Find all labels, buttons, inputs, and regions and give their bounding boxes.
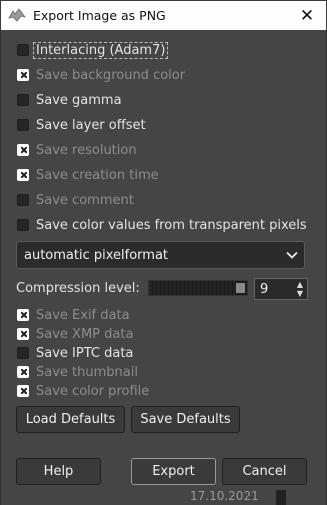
save-color-profile-label: Save color profile — [36, 383, 150, 399]
pixelformat-dropdown[interactable]: automatic pixelformat — [16, 241, 305, 269]
save-iptc-checkbox[interactable] — [17, 347, 29, 359]
window-title: Export Image as PNG — [33, 8, 166, 23]
option-save-gamma[interactable]: Save gamma — [17, 90, 122, 110]
save-iptc-label: Save IPTC data — [36, 345, 134, 361]
save-exif-label: Save Exif data — [36, 307, 130, 323]
save-thumbnail-checkbox[interactable] — [17, 366, 29, 378]
save-comment-checkbox[interactable] — [17, 194, 29, 206]
option-save-xmp[interactable]: Save XMP data — [17, 324, 133, 344]
compression-level-spinbox[interactable]: 9 ▲ ▼ — [254, 278, 308, 300]
compression-slider-handle[interactable] — [236, 283, 245, 293]
chevron-down-icon — [286, 251, 298, 259]
save-gamma-checkbox[interactable] — [17, 94, 29, 106]
save-creation-time-checkbox[interactable] — [17, 169, 29, 181]
title-bar: Export Image as PNG ✕ — [0, 0, 327, 31]
save-exif-checkbox[interactable] — [17, 309, 29, 321]
save-defaults-button[interactable]: Save Defaults — [131, 406, 240, 433]
save-thumbnail-label: Save thumbnail — [36, 364, 138, 380]
interlacing-checkbox[interactable] — [17, 44, 29, 56]
spin-up-icon[interactable]: ▲ — [295, 280, 305, 289]
interlacing-label: Interlacing (Adam7) — [33, 41, 169, 59]
save-layer-offset-checkbox[interactable] — [17, 119, 29, 131]
pixelformat-selected-value: automatic pixelformat — [24, 248, 169, 263]
option-save-layer-offset[interactable]: Save layer offset — [17, 115, 146, 135]
compression-level-label: Compression level: — [16, 281, 140, 296]
option-interlacing[interactable]: Interlacing (Adam7) — [17, 40, 169, 60]
save-gamma-label: Save gamma — [36, 92, 122, 108]
option-save-resolution[interactable]: Save resolution — [17, 140, 137, 160]
save-background-color-label: Save background color — [36, 67, 186, 83]
save-resolution-checkbox[interactable] — [17, 144, 29, 156]
save-resolution-label: Save resolution — [36, 142, 137, 158]
save-xmp-checkbox[interactable] — [17, 328, 29, 340]
cancel-button[interactable]: Cancel — [222, 458, 307, 485]
compression-level-value[interactable]: 9 — [260, 282, 268, 297]
gimp-icon — [8, 8, 26, 22]
compression-slider-fill — [149, 281, 236, 295]
export-button[interactable]: Export — [131, 458, 216, 485]
option-save-thumbnail[interactable]: Save thumbnail — [17, 362, 138, 382]
background-fragment — [276, 490, 286, 505]
option-save-transparent-color-values[interactable]: Save color values from transparent pixel… — [17, 215, 307, 235]
spin-down-icon[interactable]: ▼ — [295, 289, 305, 298]
help-button[interactable]: Help — [16, 458, 101, 485]
save-color-profile-checkbox[interactable] — [17, 385, 29, 397]
option-save-exif[interactable]: Save Exif data — [17, 305, 130, 325]
save-background-color-checkbox[interactable] — [17, 69, 29, 81]
background-date-text: 17.10.2021 — [190, 489, 259, 503]
option-save-comment[interactable]: Save comment — [17, 190, 134, 210]
save-xmp-label: Save XMP data — [36, 326, 134, 342]
save-layer-offset-label: Save layer offset — [36, 117, 146, 133]
save-transparent-color-values-label: Save color values from transparent pixel… — [36, 217, 307, 233]
compression-level-slider[interactable] — [148, 280, 248, 296]
load-defaults-button[interactable]: Load Defaults — [16, 406, 125, 433]
save-comment-label: Save comment — [36, 192, 134, 208]
save-transparent-color-values-checkbox[interactable] — [17, 219, 29, 231]
close-button[interactable]: ✕ — [296, 5, 318, 27]
option-save-background-color[interactable]: Save background color — [17, 65, 185, 85]
option-save-creation-time[interactable]: Save creation time — [17, 165, 159, 185]
save-creation-time-label: Save creation time — [36, 167, 159, 183]
option-save-iptc[interactable]: Save IPTC data — [17, 343, 133, 363]
option-save-color-profile[interactable]: Save color profile — [17, 381, 149, 401]
